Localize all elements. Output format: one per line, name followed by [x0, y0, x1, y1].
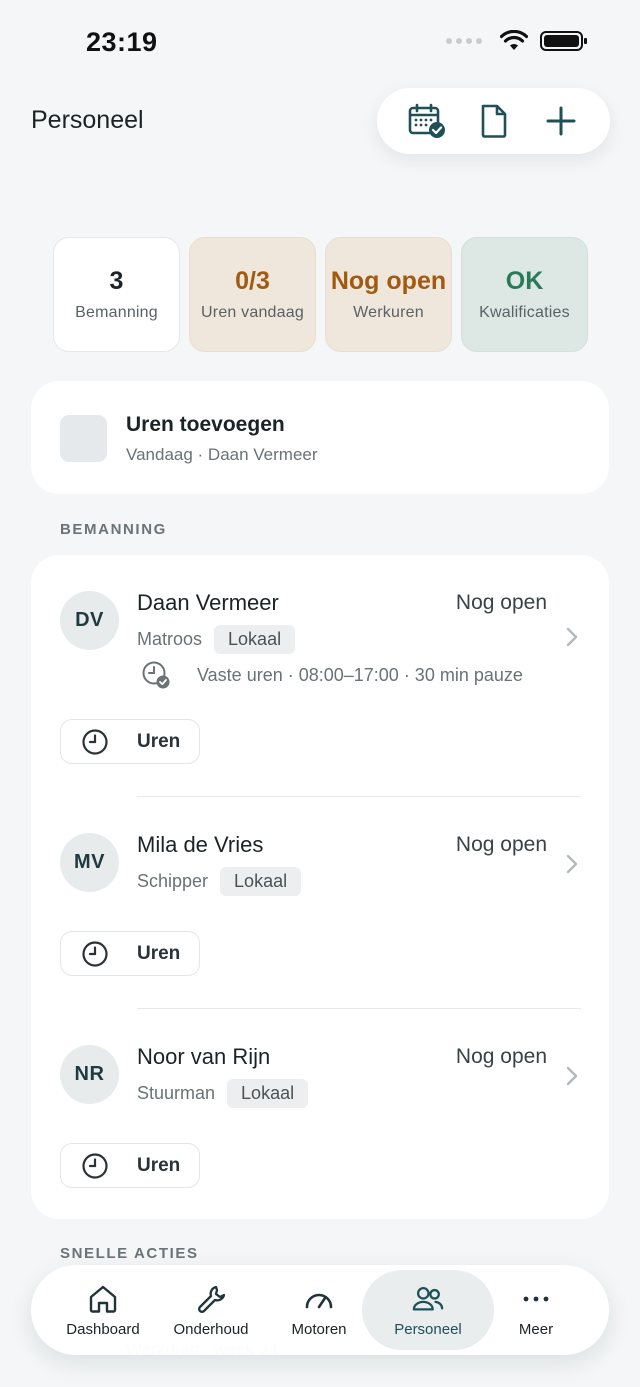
stat-hours-today[interactable]: 0/3 Uren vandaag	[189, 237, 316, 352]
calendar-check-icon[interactable]	[405, 99, 449, 143]
member-role: Stuurman Lokaal	[137, 1079, 309, 1108]
clock-icon	[82, 1152, 108, 1179]
member-schedule: Vaste uren · 08:00–17:00 · 30 min pauze	[141, 660, 523, 690]
section-label-quick-actions: SNELLE ACTIES	[60, 1245, 199, 1262]
location-tag: Lokaal	[227, 1079, 309, 1108]
hours-button-label: Uren	[137, 1154, 181, 1176]
hours-button[interactable]: Uren	[60, 719, 200, 764]
hours-button[interactable]: Uren	[60, 931, 200, 976]
stat-value: OK	[505, 267, 544, 295]
schedule-text: Vaste uren · 08:00–17:00 · 30 min pauze	[197, 664, 523, 685]
battery-icon	[540, 31, 587, 51]
chevron-right-icon	[566, 627, 578, 647]
stat-label: Bemanning	[75, 304, 158, 321]
member-role: Schipper Lokaal	[137, 867, 302, 896]
hours-button[interactable]: Uren	[60, 1143, 200, 1188]
gauge-icon	[303, 1283, 335, 1315]
member-status: Nog open	[455, 833, 547, 856]
stat-value: 3	[109, 267, 124, 295]
tab-label: Dashboard	[66, 1320, 140, 1338]
signal-icon	[446, 38, 482, 44]
wifi-icon	[500, 30, 528, 50]
tab-bar: Dashboard Onderhoud Motoren Personeel Me…	[31, 1265, 609, 1355]
tab-label: Personeel	[394, 1320, 462, 1338]
hours-button-label: Uren	[137, 942, 181, 964]
header-actions	[377, 88, 610, 154]
stat-value: 0/3	[235, 267, 270, 295]
avatar: NR	[60, 1045, 119, 1104]
home-icon	[87, 1283, 119, 1315]
section-label-crew: BEMANNING	[60, 521, 167, 538]
location-tag: Lokaal	[220, 867, 302, 896]
avatar: DV	[60, 591, 119, 650]
stat-work-hours[interactable]: Nog open Werkuren	[325, 237, 452, 352]
role-text: Stuurman	[137, 1083, 216, 1103]
tab-onderhoud[interactable]: Onderhoud	[161, 1265, 261, 1355]
stat-label: Uren vandaag	[201, 304, 304, 321]
tab-meer[interactable]: Meer	[486, 1265, 586, 1355]
chevron-right-icon	[566, 1066, 578, 1086]
clock-icon	[82, 728, 108, 755]
stats-row: 3 Bemanning 0/3 Uren vandaag Nog open We…	[53, 237, 588, 352]
crew-member-row[interactable]: MV Mila de Vries Nog open Schipper Lokaa…	[31, 797, 609, 1007]
more-icon	[520, 1283, 552, 1315]
page-title: Personeel	[31, 106, 144, 134]
add-hours-title: Uren toevoegen	[126, 413, 285, 436]
tab-personeel[interactable]: Personeel	[362, 1270, 494, 1350]
stat-label: Werkuren	[353, 304, 424, 321]
tab-dashboard[interactable]: Dashboard	[53, 1265, 153, 1355]
tab-label: Meer	[518, 1320, 554, 1338]
stat-label: Kwalificaties	[479, 304, 570, 321]
member-name: Mila de Vries	[137, 832, 264, 857]
stat-value: Nog open	[330, 267, 447, 295]
clock-icon	[82, 940, 108, 967]
add-hours-thumbnail	[60, 415, 107, 462]
role-text: Schipper	[137, 871, 209, 891]
avatar: MV	[60, 833, 119, 892]
member-status: Nog open	[455, 1045, 547, 1068]
wrench-icon	[195, 1283, 227, 1315]
tab-motoren[interactable]: Motoren	[269, 1265, 369, 1355]
crew-member-row[interactable]: DV Daan Vermeer Nog open Matroos Lokaal …	[31, 555, 609, 795]
member-role: Matroos Lokaal	[137, 625, 296, 654]
member-status: Nog open	[455, 591, 547, 614]
location-tag: Lokaal	[214, 625, 296, 654]
member-name: Daan Vermeer	[137, 590, 279, 615]
crew-list: DV Daan Vermeer Nog open Matroos Lokaal …	[31, 555, 609, 1219]
tab-label: Motoren	[291, 1320, 347, 1338]
tab-label: Onderhoud	[173, 1320, 249, 1338]
status-time: 23:19	[86, 27, 158, 57]
role-text: Matroos	[137, 629, 203, 649]
add-hours-card[interactable]: Uren toevoegen Vandaag · Daan Vermeer	[31, 381, 609, 494]
stat-crew[interactable]: 3 Bemanning	[53, 237, 180, 352]
plus-icon[interactable]	[539, 99, 583, 143]
document-icon[interactable]	[472, 99, 516, 143]
status-bar: 23:19	[0, 0, 640, 90]
member-name: Noor van Rijn	[137, 1044, 271, 1069]
people-icon	[412, 1283, 444, 1315]
clock-check-icon	[142, 661, 170, 689]
chevron-right-icon	[566, 854, 578, 874]
hours-button-label: Uren	[137, 730, 181, 752]
status-icons	[446, 30, 588, 52]
add-hours-subtitle: Vandaag · Daan Vermeer	[126, 445, 318, 464]
stat-qualifications[interactable]: OK Kwalificaties	[461, 237, 588, 352]
crew-member-row[interactable]: NR Noor van Rijn Nog open Stuurman Lokaa…	[31, 1009, 609, 1219]
